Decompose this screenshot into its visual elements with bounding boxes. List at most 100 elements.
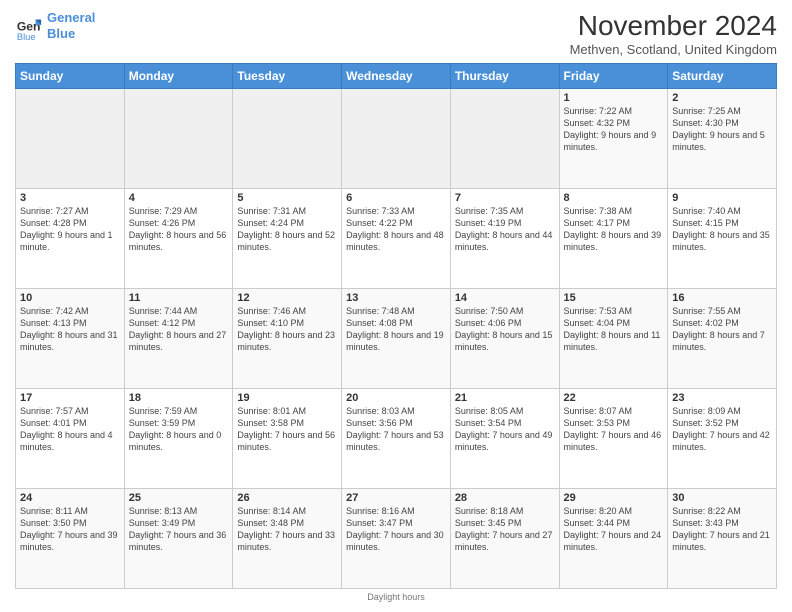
day-info: Sunrise: 7:59 AM Sunset: 3:59 PM Dayligh… bbox=[129, 405, 229, 454]
day-cell: 17Sunrise: 7:57 AM Sunset: 4:01 PM Dayli… bbox=[16, 389, 125, 489]
logo-text: General Blue bbox=[47, 10, 95, 41]
logo-line2: Blue bbox=[47, 26, 75, 41]
day-number: 25 bbox=[129, 492, 229, 504]
col-monday: Monday bbox=[124, 64, 233, 89]
day-number: 15 bbox=[564, 292, 664, 304]
day-cell bbox=[16, 89, 125, 189]
day-number: 4 bbox=[129, 192, 229, 204]
col-friday: Friday bbox=[559, 64, 668, 89]
day-cell: 6Sunrise: 7:33 AM Sunset: 4:22 PM Daylig… bbox=[342, 189, 451, 289]
week-row-2: 10Sunrise: 7:42 AM Sunset: 4:13 PM Dayli… bbox=[16, 289, 777, 389]
day-number: 1 bbox=[564, 92, 664, 104]
day-number: 20 bbox=[346, 392, 446, 404]
day-info: Sunrise: 7:53 AM Sunset: 4:04 PM Dayligh… bbox=[564, 305, 664, 354]
month-title: November 2024 bbox=[570, 10, 777, 42]
day-cell: 9Sunrise: 7:40 AM Sunset: 4:15 PM Daylig… bbox=[668, 189, 777, 289]
day-number: 18 bbox=[129, 392, 229, 404]
day-number: 11 bbox=[129, 292, 229, 304]
day-cell: 2Sunrise: 7:25 AM Sunset: 4:30 PM Daylig… bbox=[668, 89, 777, 189]
day-cell bbox=[342, 89, 451, 189]
day-number: 7 bbox=[455, 192, 555, 204]
day-info: Sunrise: 8:14 AM Sunset: 3:48 PM Dayligh… bbox=[237, 505, 337, 554]
day-cell: 14Sunrise: 7:50 AM Sunset: 4:06 PM Dayli… bbox=[450, 289, 559, 389]
day-number: 22 bbox=[564, 392, 664, 404]
day-info: Sunrise: 7:44 AM Sunset: 4:12 PM Dayligh… bbox=[129, 305, 229, 354]
day-number: 12 bbox=[237, 292, 337, 304]
day-info: Sunrise: 7:42 AM Sunset: 4:13 PM Dayligh… bbox=[20, 305, 120, 354]
col-wednesday: Wednesday bbox=[342, 64, 451, 89]
day-cell: 12Sunrise: 7:46 AM Sunset: 4:10 PM Dayli… bbox=[233, 289, 342, 389]
day-number: 24 bbox=[20, 492, 120, 504]
col-sunday: Sunday bbox=[16, 64, 125, 89]
day-cell bbox=[233, 89, 342, 189]
day-cell: 11Sunrise: 7:44 AM Sunset: 4:12 PM Dayli… bbox=[124, 289, 233, 389]
location: Methven, Scotland, United Kingdom bbox=[570, 42, 777, 57]
col-saturday: Saturday bbox=[668, 64, 777, 89]
day-info: Sunrise: 7:57 AM Sunset: 4:01 PM Dayligh… bbox=[20, 405, 120, 454]
day-info: Sunrise: 7:25 AM Sunset: 4:30 PM Dayligh… bbox=[672, 105, 772, 154]
day-cell: 3Sunrise: 7:27 AM Sunset: 4:28 PM Daylig… bbox=[16, 189, 125, 289]
day-cell: 10Sunrise: 7:42 AM Sunset: 4:13 PM Dayli… bbox=[16, 289, 125, 389]
day-number: 17 bbox=[20, 392, 120, 404]
day-info: Sunrise: 8:20 AM Sunset: 3:44 PM Dayligh… bbox=[564, 505, 664, 554]
day-info: Sunrise: 7:29 AM Sunset: 4:26 PM Dayligh… bbox=[129, 205, 229, 254]
day-cell: 22Sunrise: 8:07 AM Sunset: 3:53 PM Dayli… bbox=[559, 389, 668, 489]
day-number: 13 bbox=[346, 292, 446, 304]
week-row-4: 24Sunrise: 8:11 AM Sunset: 3:50 PM Dayli… bbox=[16, 489, 777, 589]
day-cell: 1Sunrise: 7:22 AM Sunset: 4:32 PM Daylig… bbox=[559, 89, 668, 189]
day-cell: 5Sunrise: 7:31 AM Sunset: 4:24 PM Daylig… bbox=[233, 189, 342, 289]
day-info: Sunrise: 7:48 AM Sunset: 4:08 PM Dayligh… bbox=[346, 305, 446, 354]
day-number: 27 bbox=[346, 492, 446, 504]
day-cell: 20Sunrise: 8:03 AM Sunset: 3:56 PM Dayli… bbox=[342, 389, 451, 489]
day-info: Sunrise: 8:22 AM Sunset: 3:43 PM Dayligh… bbox=[672, 505, 772, 554]
day-info: Sunrise: 8:11 AM Sunset: 3:50 PM Dayligh… bbox=[20, 505, 120, 554]
day-number: 10 bbox=[20, 292, 120, 304]
logo: Gen Blue General Blue bbox=[15, 10, 95, 41]
day-info: Sunrise: 7:33 AM Sunset: 4:22 PM Dayligh… bbox=[346, 205, 446, 254]
day-info: Sunrise: 8:18 AM Sunset: 3:45 PM Dayligh… bbox=[455, 505, 555, 554]
day-info: Sunrise: 8:03 AM Sunset: 3:56 PM Dayligh… bbox=[346, 405, 446, 454]
day-number: 29 bbox=[564, 492, 664, 504]
day-number: 6 bbox=[346, 192, 446, 204]
header: Gen Blue General Blue November 2024 Meth… bbox=[15, 10, 777, 57]
day-number: 30 bbox=[672, 492, 772, 504]
day-info: Sunrise: 7:55 AM Sunset: 4:02 PM Dayligh… bbox=[672, 305, 772, 354]
day-cell: 21Sunrise: 8:05 AM Sunset: 3:54 PM Dayli… bbox=[450, 389, 559, 489]
day-cell: 28Sunrise: 8:18 AM Sunset: 3:45 PM Dayli… bbox=[450, 489, 559, 589]
day-number: 14 bbox=[455, 292, 555, 304]
day-number: 16 bbox=[672, 292, 772, 304]
day-cell: 18Sunrise: 7:59 AM Sunset: 3:59 PM Dayli… bbox=[124, 389, 233, 489]
day-info: Sunrise: 7:27 AM Sunset: 4:28 PM Dayligh… bbox=[20, 205, 120, 254]
day-info: Sunrise: 7:22 AM Sunset: 4:32 PM Dayligh… bbox=[564, 105, 664, 154]
day-info: Sunrise: 8:09 AM Sunset: 3:52 PM Dayligh… bbox=[672, 405, 772, 454]
day-number: 28 bbox=[455, 492, 555, 504]
footer-note: Daylight hours bbox=[15, 592, 777, 602]
day-cell: 7Sunrise: 7:35 AM Sunset: 4:19 PM Daylig… bbox=[450, 189, 559, 289]
day-cell: 24Sunrise: 8:11 AM Sunset: 3:50 PM Dayli… bbox=[16, 489, 125, 589]
day-cell: 19Sunrise: 8:01 AM Sunset: 3:58 PM Dayli… bbox=[233, 389, 342, 489]
calendar-table: Sunday Monday Tuesday Wednesday Thursday… bbox=[15, 63, 777, 589]
day-cell: 25Sunrise: 8:13 AM Sunset: 3:49 PM Dayli… bbox=[124, 489, 233, 589]
day-cell: 8Sunrise: 7:38 AM Sunset: 4:17 PM Daylig… bbox=[559, 189, 668, 289]
day-number: 23 bbox=[672, 392, 772, 404]
day-info: Sunrise: 8:16 AM Sunset: 3:47 PM Dayligh… bbox=[346, 505, 446, 554]
day-info: Sunrise: 8:05 AM Sunset: 3:54 PM Dayligh… bbox=[455, 405, 555, 454]
page: Gen Blue General Blue November 2024 Meth… bbox=[0, 0, 792, 612]
day-info: Sunrise: 7:31 AM Sunset: 4:24 PM Dayligh… bbox=[237, 205, 337, 254]
day-cell: 30Sunrise: 8:22 AM Sunset: 3:43 PM Dayli… bbox=[668, 489, 777, 589]
day-number: 5 bbox=[237, 192, 337, 204]
col-thursday: Thursday bbox=[450, 64, 559, 89]
day-cell: 23Sunrise: 8:09 AM Sunset: 3:52 PM Dayli… bbox=[668, 389, 777, 489]
logo-line1: General bbox=[47, 10, 95, 25]
week-row-0: 1Sunrise: 7:22 AM Sunset: 4:32 PM Daylig… bbox=[16, 89, 777, 189]
day-info: Sunrise: 7:46 AM Sunset: 4:10 PM Dayligh… bbox=[237, 305, 337, 354]
day-cell bbox=[124, 89, 233, 189]
day-info: Sunrise: 7:50 AM Sunset: 4:06 PM Dayligh… bbox=[455, 305, 555, 354]
day-cell: 13Sunrise: 7:48 AM Sunset: 4:08 PM Dayli… bbox=[342, 289, 451, 389]
week-row-3: 17Sunrise: 7:57 AM Sunset: 4:01 PM Dayli… bbox=[16, 389, 777, 489]
day-number: 2 bbox=[672, 92, 772, 104]
day-info: Sunrise: 7:40 AM Sunset: 4:15 PM Dayligh… bbox=[672, 205, 772, 254]
day-number: 21 bbox=[455, 392, 555, 404]
day-number: 3 bbox=[20, 192, 120, 204]
day-cell: 26Sunrise: 8:14 AM Sunset: 3:48 PM Dayli… bbox=[233, 489, 342, 589]
